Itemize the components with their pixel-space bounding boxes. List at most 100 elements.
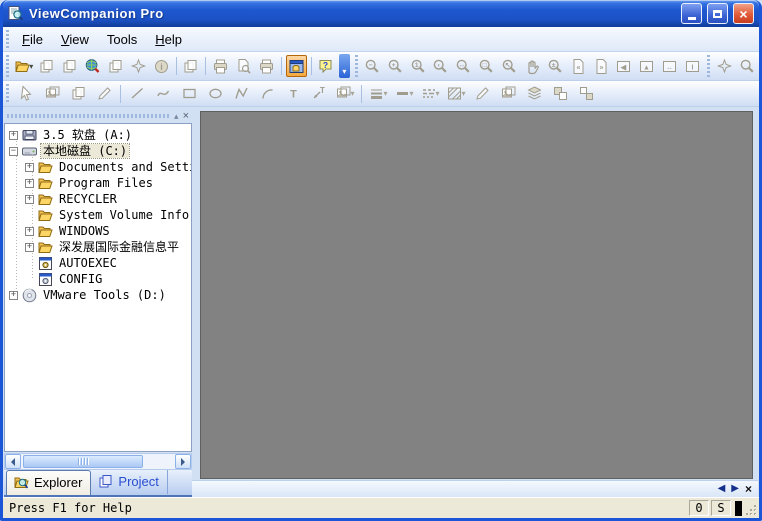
close-document-button[interactable]: × [745,483,752,495]
tree-item-label[interactable]: System Volume Infor [57,208,192,222]
next-document-button[interactable]: ▶ [731,484,739,494]
tree-item-label[interactable]: VMware Tools (D:) [41,288,168,302]
thumb-ridge [78,458,79,465]
print-preview-icon [235,58,252,75]
folder-icon [37,239,54,255]
panel-drag-handle[interactable] [7,114,170,118]
markup-list-icon [44,85,61,102]
tree-item-label[interactable]: 深发展国际金融信息平 [57,240,181,254]
status-message: Press F1 for Help [3,501,689,515]
website-button[interactable] [82,55,103,77]
expand-icon[interactable]: + [25,179,34,188]
tree-item-label[interactable]: 本地磁盘 (C:) [41,144,129,158]
leader-tool-icon: T [311,85,328,102]
minimize-button[interactable] [681,3,702,24]
line-style-dropdown-icon[interactable]: ▾ [409,89,413,98]
copy-icon [182,58,199,75]
resize-grip[interactable] [744,503,759,518]
svg-text:‹: ‹ [438,62,440,69]
tree-horizontal-scrollbar[interactable] [4,453,192,470]
tab-project[interactable]: Project [91,470,167,494]
fit-page-icon: ◀ [615,58,632,75]
expand-icon[interactable]: + [9,291,18,300]
tree-item-label[interactable]: WINDOWS [57,224,112,238]
pan-icon [524,58,541,75]
print-preview-button [233,55,254,77]
fit-page-button: ◀ [613,55,634,77]
ellipse-tool-icon [207,85,224,102]
expand-icon[interactable]: + [25,227,34,236]
tree-item-label[interactable]: CONFIG [57,272,104,286]
svg-text:±: ± [552,62,556,69]
tree-item-label[interactable]: Documents and Setti [57,160,192,174]
panel-close-button[interactable]: × [183,111,189,122]
toolbar-overflow-button[interactable]: ▾ [339,54,349,78]
tab-explorer[interactable]: Explorer [6,470,91,495]
scrollbar-thumb[interactable] [23,455,143,468]
edit-markup-icon [96,85,113,102]
drawing-canvas[interactable] [200,111,753,479]
tree-item-label[interactable]: Program Files [57,176,155,190]
next-page-button: » [591,55,612,77]
expand-icon[interactable]: + [9,131,18,140]
menu-help[interactable]: Help [146,29,191,50]
menu-view[interactable]: View [52,29,98,50]
collapse-icon[interactable]: − [9,147,18,156]
svg-text:1: 1 [414,62,418,69]
cdrom-icon [21,287,38,303]
folder-tree: +3.5 软盘 (A:) − 本地磁盘 (C:) + Documents and Set… [4,123,192,452]
explorer-toggle-button[interactable] [286,55,307,77]
tree-item[interactable]: +3.5 软盘 (A:) [5,127,191,143]
tree-item-label[interactable]: AUTOEXEC [57,256,119,270]
explorer-panel: ▴ × +3.5 软盘 (A:) − 本地磁盘 (C:) + Documents and… [4,109,192,497]
print-setup-icon [258,58,275,75]
hatch-pattern-dropdown-icon[interactable]: ▾ [461,89,465,98]
svg-text:I: I [692,64,694,71]
toolbar-grip[interactable] [5,84,10,103]
invert-colors-button: I [682,55,703,77]
arc-tool-button [255,83,279,105]
panel-collapse-button[interactable]: ▴ [174,112,179,121]
toolbar-grip[interactable] [354,55,358,77]
expand-icon[interactable]: + [25,195,34,204]
tree-item-label[interactable]: RECYCLER [57,192,119,206]
layers-icon [526,85,543,102]
menu-file[interactable]: File [13,29,52,50]
spline-tool-button [151,83,175,105]
tree-item-label[interactable]: 3.5 软盘 (A:) [41,128,134,142]
help-button[interactable]: ? [315,55,336,77]
line-width-dropdown-icon[interactable]: ▾ [383,89,387,98]
toolbar-grip[interactable] [5,55,9,77]
close-button[interactable]: × [733,3,754,24]
svg-text:◀: ◀ [620,64,627,71]
open-button[interactable]: ▾ [13,55,34,77]
zoom-dynamic-button: ± [545,55,566,77]
svg-text:«: « [576,64,580,71]
toolbar-separator [281,57,282,75]
tree-item[interactable]: + VMware Tools (D:) [5,287,191,303]
svg-text:↖: ↖ [505,62,511,69]
scroll-left-button[interactable] [5,454,21,469]
print-setup-button [256,55,277,77]
previous-document-button[interactable]: ◀ [718,484,726,494]
hdd-icon [21,143,38,159]
scroll-right-button[interactable] [175,454,191,469]
expand-icon[interactable]: + [25,243,34,252]
menubar-grip[interactable] [5,30,10,48]
svg-text:↔: ↔ [459,62,466,69]
previous-page-button: « [568,55,589,77]
dash-pattern-dropdown-icon[interactable]: ▾ [435,89,439,98]
thumb-ridge [81,458,82,465]
explorer-toggle-icon [288,58,305,75]
select-markup-icon [18,85,35,102]
set-origin-button [714,55,735,77]
menu-tools[interactable]: Tools [98,29,146,50]
zoom-out-icon: − [364,58,381,75]
stamp-tool-dropdown-icon[interactable]: ▾ [350,89,354,98]
toolbar-grip[interactable] [706,55,710,77]
magnifier-window-icon [739,58,756,75]
maximize-button[interactable] [707,3,728,24]
open-dropdown-icon[interactable]: ▾ [29,62,33,71]
sysfile2-icon [37,271,54,287]
expand-icon[interactable]: + [25,163,34,172]
